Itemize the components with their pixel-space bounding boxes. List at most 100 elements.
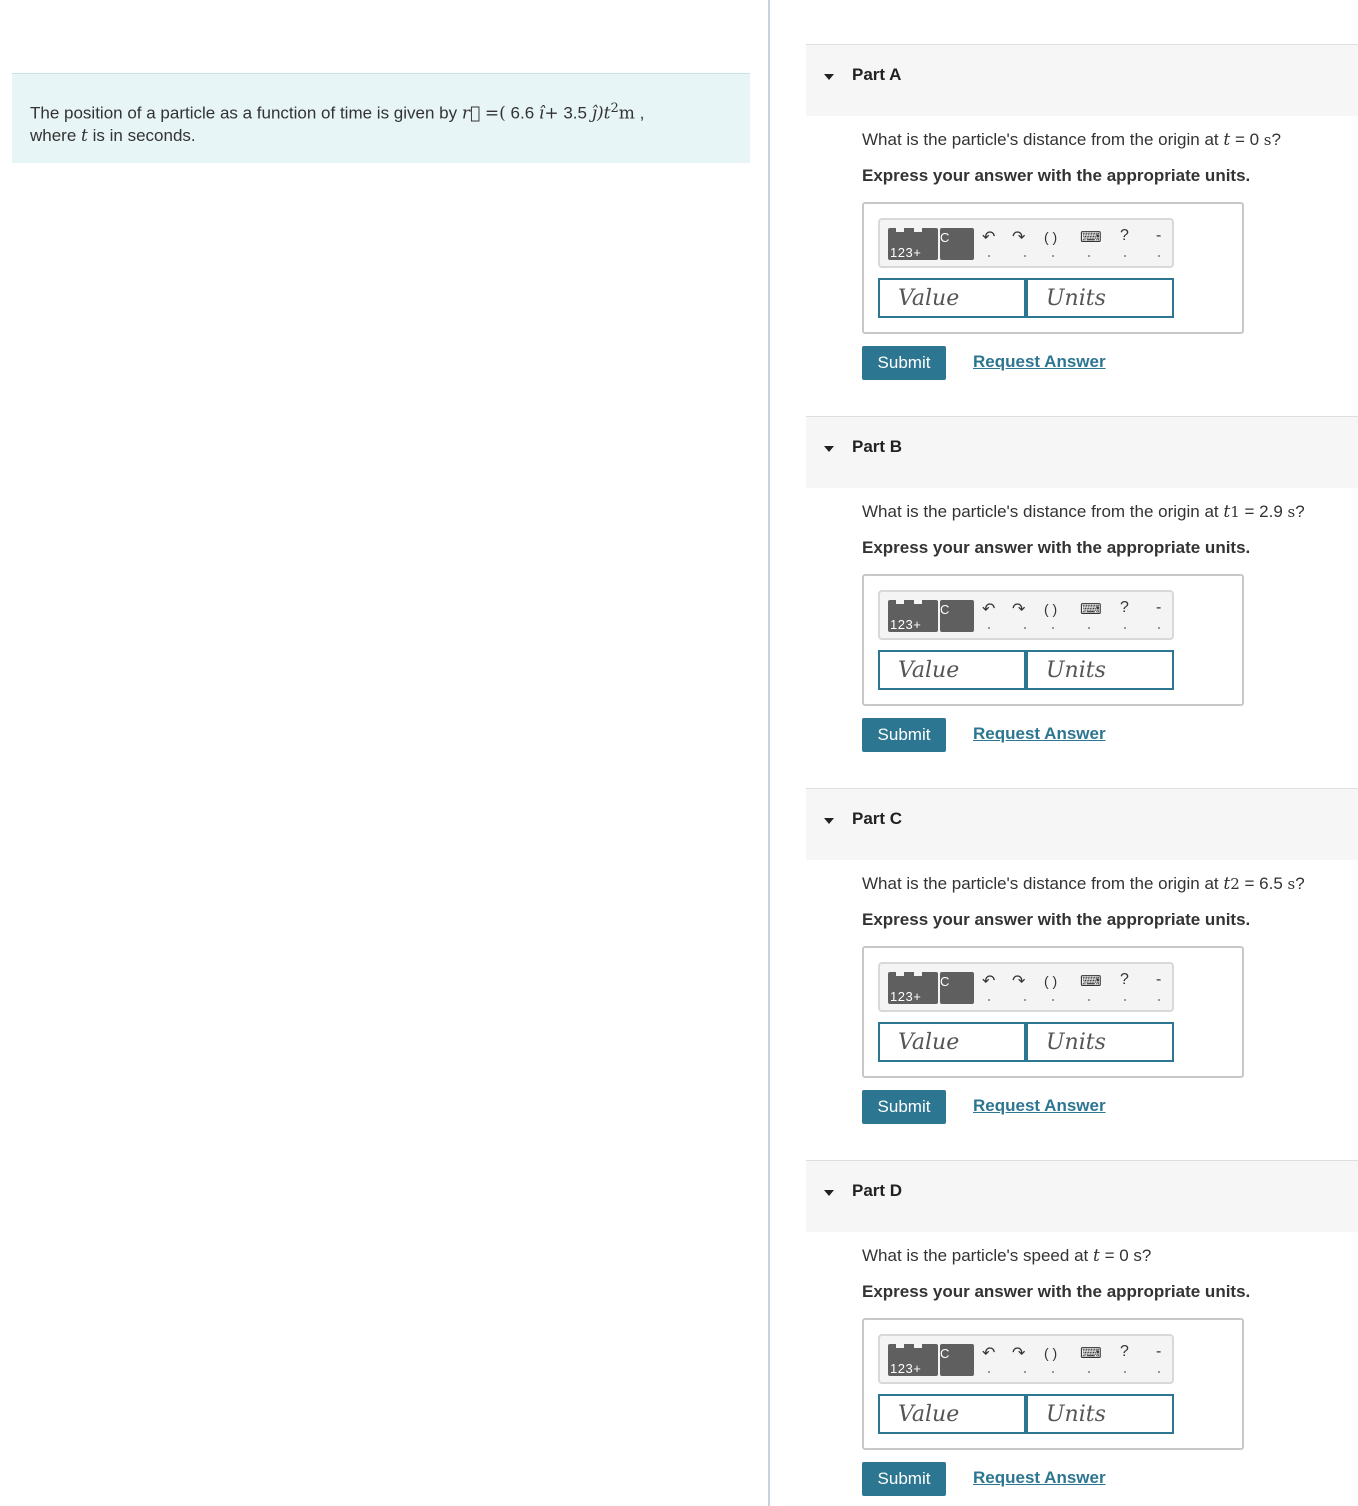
- keyboard-icon[interactable]: ⌨: [1080, 600, 1102, 618]
- templates-button[interactable]: C: [940, 972, 974, 1004]
- close-paren-t: )t: [597, 103, 611, 124]
- dash-icon[interactable]: -: [1156, 1343, 1161, 1361]
- exponent: 2: [610, 101, 619, 116]
- problem-statement: The position of a particle as a function…: [12, 73, 750, 163]
- value-input[interactable]: [878, 278, 1026, 318]
- templates-label: C: [940, 230, 950, 245]
- part-title: Part D: [852, 1181, 903, 1200]
- plus-sign: +: [544, 103, 559, 124]
- reset-icon[interactable]: ( ): [1044, 973, 1057, 989]
- position-vector-symbol: r⃗: [461, 103, 481, 124]
- redo-icon[interactable]: ↷: [1012, 227, 1025, 247]
- redo-icon[interactable]: ↷: [1012, 971, 1025, 991]
- dash-icon[interactable]: -: [1156, 599, 1161, 617]
- question-suffix: ?: [1295, 874, 1305, 893]
- units-input[interactable]: [1026, 278, 1174, 318]
- dash-icon[interactable]: -: [1156, 971, 1161, 989]
- request-answer-link[interactable]: Request Answer: [973, 352, 1106, 372]
- where-text: where: [30, 125, 77, 145]
- submit-button[interactable]: Submit: [862, 718, 946, 752]
- templates-button[interactable]: C: [940, 228, 974, 260]
- reset-icon[interactable]: ( ): [1044, 229, 1057, 245]
- math-toolbar: 123+ C ↶ ↷ ( ) ⌨ ? -: [878, 962, 1174, 1012]
- templates-label: C: [940, 602, 950, 617]
- help-icon[interactable]: ?: [1120, 971, 1129, 989]
- redo-icon[interactable]: ↷: [1012, 599, 1025, 619]
- templates-button[interactable]: C: [940, 600, 974, 632]
- submit-button[interactable]: Submit: [862, 1462, 946, 1496]
- time-value: = 0: [1104, 1246, 1129, 1265]
- undo-icon[interactable]: ↶: [982, 1343, 995, 1363]
- question-text: What is the particle's speed at t = 0 s?: [862, 1246, 1151, 1266]
- time-unit: s: [1263, 131, 1272, 149]
- part-section-a: Part A What is the particle's distance f…: [806, 44, 1358, 416]
- request-answer-link[interactable]: Request Answer: [973, 1096, 1106, 1116]
- pane-divider[interactable]: [768, 0, 770, 1506]
- units-input[interactable]: [1026, 1394, 1174, 1434]
- instruction-text: Express your answer with the appropriate…: [862, 910, 1251, 929]
- help-icon[interactable]: ?: [1120, 227, 1129, 245]
- unit-m: m: [618, 103, 635, 124]
- keypad-button[interactable]: 123+: [888, 600, 938, 632]
- collapse-arrow-icon[interactable]: [824, 818, 834, 824]
- templates-label: C: [940, 1346, 950, 1361]
- reset-icon[interactable]: ( ): [1044, 601, 1057, 617]
- part-header[interactable]: Part B: [806, 416, 1358, 488]
- equals-paren: =(: [484, 103, 506, 124]
- undo-icon[interactable]: ↶: [982, 227, 995, 247]
- submit-button[interactable]: Submit: [862, 346, 946, 380]
- templates-label: C: [940, 974, 950, 989]
- time-value: = 6.5: [1244, 874, 1283, 893]
- keyboard-icon[interactable]: ⌨: [1080, 1344, 1102, 1362]
- keyboard-icon[interactable]: ⌨: [1080, 228, 1102, 246]
- request-answer-link[interactable]: Request Answer: [973, 1468, 1106, 1488]
- time-subscript: 1: [1230, 503, 1240, 521]
- time-subscript: 2: [1230, 875, 1240, 893]
- coef-i: 6.6: [510, 103, 535, 123]
- help-icon[interactable]: ?: [1120, 599, 1129, 617]
- dash-icon[interactable]: -: [1156, 227, 1161, 245]
- math-toolbar: 123+ C ↶ ↷ ( ) ⌨ ? -: [878, 590, 1174, 640]
- reset-icon[interactable]: ( ): [1044, 1345, 1057, 1361]
- keypad-label: 123+: [890, 245, 922, 260]
- keyboard-icon[interactable]: ⌨: [1080, 972, 1102, 990]
- units-input[interactable]: [1026, 1022, 1174, 1062]
- help-icon[interactable]: ?: [1120, 1343, 1129, 1361]
- undo-icon[interactable]: ↶: [982, 599, 995, 619]
- part-section-d: Part D What is the particle's speed at t…: [806, 1160, 1358, 1506]
- answer-box: 123+ C ↶ ↷ ( ) ⌨ ? -: [862, 946, 1244, 1078]
- value-input[interactable]: [878, 1022, 1026, 1062]
- collapse-arrow-icon[interactable]: [824, 74, 834, 80]
- math-toolbar: 123+ C ↶ ↷ ( ) ⌨ ? -: [878, 218, 1174, 268]
- parts-pane: Part A What is the particle's distance f…: [806, 0, 1358, 1506]
- collapse-arrow-icon[interactable]: [824, 446, 834, 452]
- part-header[interactable]: Part D: [806, 1160, 1358, 1232]
- undo-icon[interactable]: ↶: [982, 971, 995, 991]
- t-variable: t: [81, 125, 88, 146]
- redo-icon[interactable]: ↷: [1012, 1343, 1025, 1363]
- templates-button[interactable]: C: [940, 1344, 974, 1376]
- part-header[interactable]: Part C: [806, 788, 1358, 860]
- problem-pane: The position of a particle as a function…: [0, 0, 768, 1506]
- part-title: Part C: [852, 809, 903, 828]
- keypad-button[interactable]: 123+: [888, 228, 938, 260]
- keypad-button[interactable]: 123+: [888, 1344, 938, 1376]
- instruction-text: Express your answer with the appropriate…: [862, 538, 1251, 557]
- value-input[interactable]: [878, 650, 1026, 690]
- submit-button[interactable]: Submit: [862, 1090, 946, 1124]
- part-header[interactable]: Part A: [806, 44, 1358, 116]
- question-text: What is the particle's distance from the…: [862, 130, 1281, 150]
- value-input[interactable]: [878, 1394, 1026, 1434]
- request-answer-link[interactable]: Request Answer: [973, 724, 1106, 744]
- collapse-arrow-icon[interactable]: [824, 1190, 834, 1196]
- problem-intro: The position of a particle as a function…: [30, 103, 458, 123]
- rest-text: is in seconds.: [92, 125, 196, 145]
- keypad-label: 123+: [890, 617, 922, 632]
- units-input[interactable]: [1026, 650, 1174, 690]
- answer-inputs: [878, 650, 1174, 690]
- time-value: = 0: [1234, 130, 1260, 149]
- question-text: What is the particle's distance from the…: [862, 502, 1305, 522]
- answer-inputs: [878, 1022, 1174, 1062]
- time-variable: t: [1223, 130, 1231, 150]
- keypad-button[interactable]: 123+: [888, 972, 938, 1004]
